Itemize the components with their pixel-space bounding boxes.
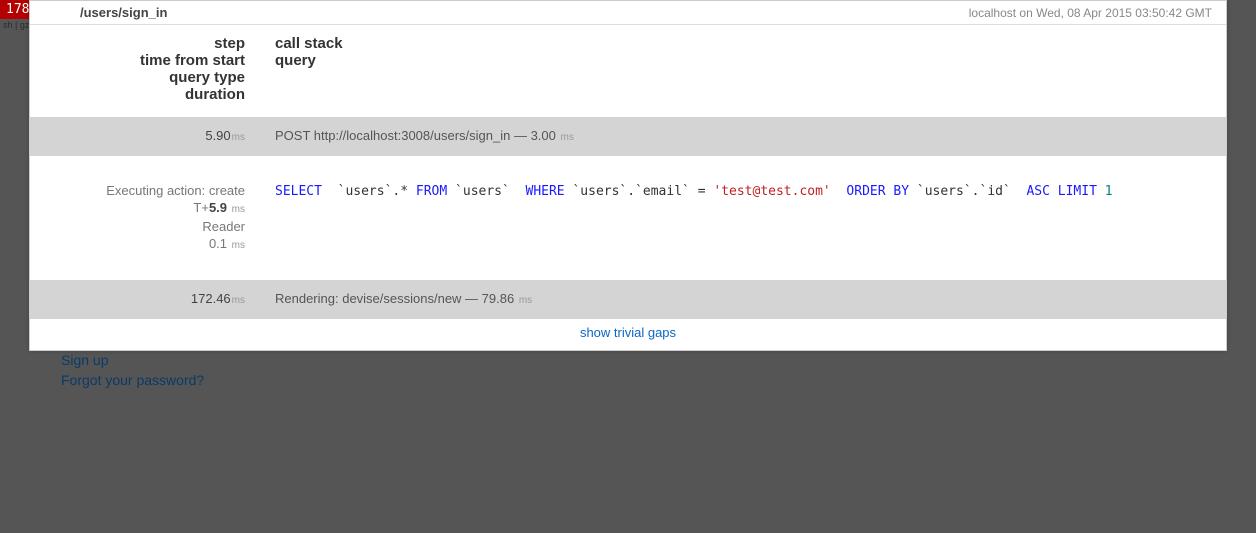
header-duration: duration	[30, 86, 245, 103]
row-summary-text: POST http://localhost:3008/users/sign_in…	[275, 128, 556, 143]
query-offset-prefix: T+	[193, 200, 209, 215]
row-time: 172.46	[191, 291, 231, 306]
row-summary-unit: ms	[519, 295, 532, 306]
header-query-type: query type	[30, 69, 245, 86]
row-time: 5.90	[205, 128, 230, 143]
sql-query: SELECT `users`.* FROM `users` WHERE `use…	[275, 184, 1113, 199]
query-role: Reader	[30, 218, 245, 235]
query-duration-unit: ms	[232, 240, 245, 251]
query-offset: 5.9	[209, 200, 227, 215]
row-time-unit: ms	[232, 132, 245, 143]
row-time-unit: ms	[232, 295, 245, 306]
request-meta: localhost on Wed, 08 Apr 2015 03:50:42 G…	[969, 6, 1212, 20]
query-row[interactable]: Executing action: create T+5.9 ms Reader…	[30, 156, 1226, 280]
query-offset-unit: ms	[232, 204, 245, 215]
summary-row[interactable]: 5.90ms POST http://localhost:3008/users/…	[30, 117, 1226, 156]
row-summary-unit: ms	[561, 132, 574, 143]
row-summary-text: Rendering: devise/sessions/new — 79.86	[275, 291, 514, 306]
trivial-gaps-row: show trivial gaps	[30, 319, 1226, 350]
header-query: query	[275, 52, 343, 69]
header-step: step	[30, 35, 245, 52]
profiler-topbar: /users/sign_in localhost on Wed, 08 Apr …	[30, 1, 1226, 25]
profiler-popup: /users/sign_in localhost on Wed, 08 Apr …	[29, 0, 1227, 351]
show-trivial-gaps-link[interactable]: show trivial gaps	[580, 325, 676, 340]
signup-link[interactable]: Sign up	[61, 352, 108, 368]
column-headers: step time from start query type duration…	[30, 25, 1226, 117]
header-time-from-start: time from start	[30, 52, 245, 69]
query-action: Executing action: create	[30, 182, 245, 199]
summary-row[interactable]: 172.46ms Rendering: devise/sessions/new …	[30, 280, 1226, 319]
forgot-password-link[interactable]: Forgot your password?	[61, 372, 204, 388]
header-call-stack: call stack	[275, 35, 343, 52]
query-duration: 0.1	[209, 236, 227, 251]
request-path: /users/sign_in	[80, 5, 167, 20]
